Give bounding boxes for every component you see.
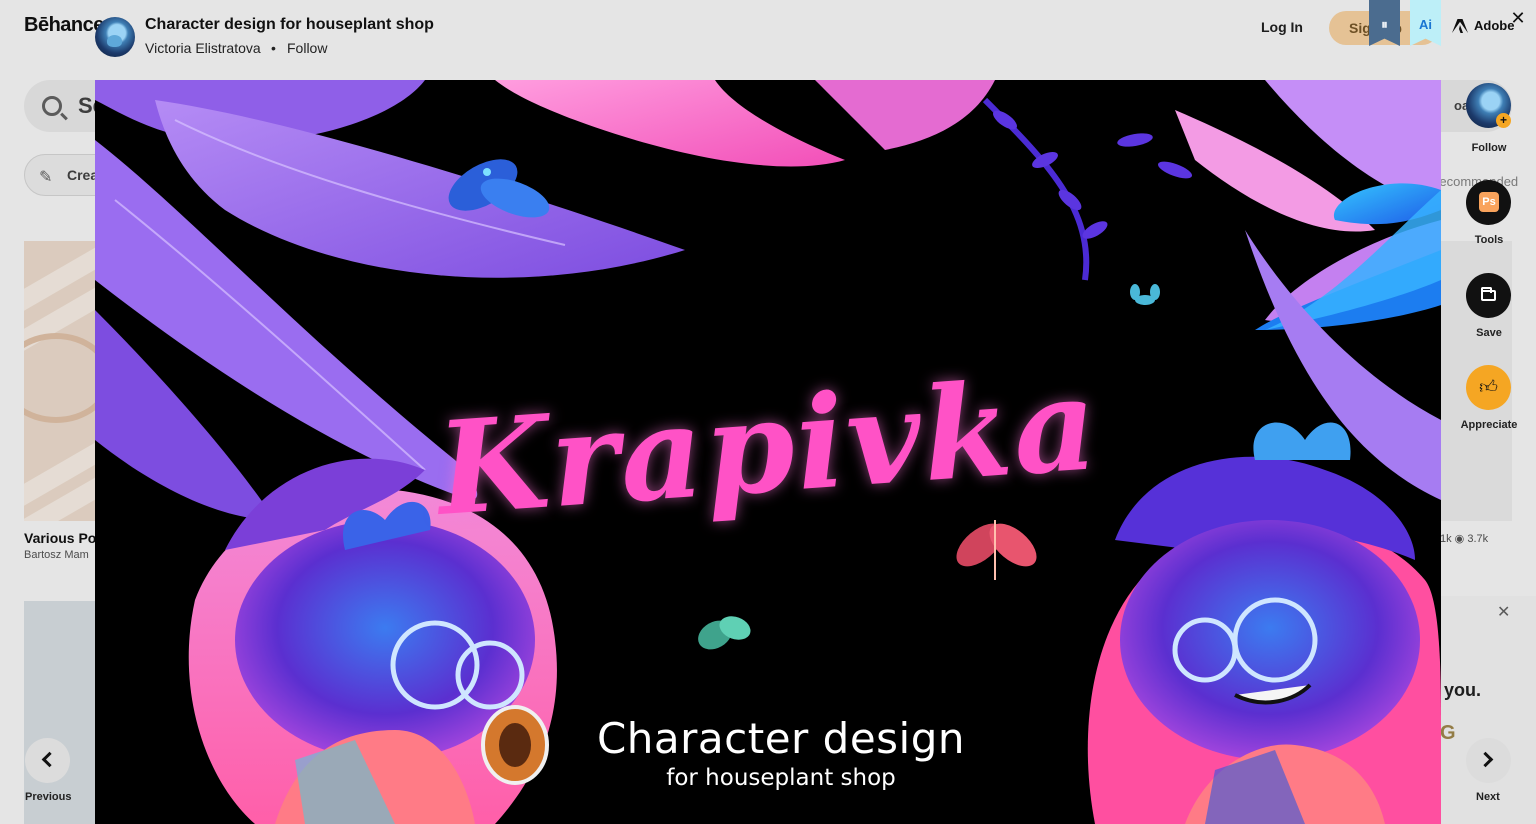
tools-rail-label: Tools xyxy=(1474,234,1504,246)
author-avatar[interactable] xyxy=(95,17,135,57)
save-rail-item[interactable]: Save xyxy=(1466,273,1511,339)
project-image: Krapivka Character design for houseplant… xyxy=(95,80,1441,824)
follow-link[interactable]: Follow xyxy=(287,40,327,56)
separator-dot: • xyxy=(271,40,276,56)
follow-avatar-button[interactable]: + xyxy=(1466,83,1511,128)
tools-button[interactable]: Ps xyxy=(1466,180,1511,225)
close-icon[interactable]: ✕ xyxy=(1508,8,1528,28)
author-name-link[interactable]: Victoria Elistratova xyxy=(145,40,261,56)
plus-icon: + xyxy=(1496,113,1511,128)
save-rail-label: Save xyxy=(1476,327,1502,339)
folder-icon xyxy=(1481,287,1496,301)
thumbs-up-icon: 👍︎ xyxy=(1479,377,1498,397)
chevron-right-icon xyxy=(1477,751,1494,768)
previous-button[interactable] xyxy=(25,738,70,783)
project-title: Character design for houseplant shop xyxy=(145,16,434,33)
image-caption-title: Character design xyxy=(596,714,966,763)
appreciate-button[interactable]: 👍︎ xyxy=(1466,365,1511,410)
follow-rail-item[interactable]: + Follow xyxy=(1466,83,1511,154)
image-caption-subtitle: for houseplant shop xyxy=(666,765,896,791)
save-button[interactable] xyxy=(1466,273,1511,318)
chevron-left-icon xyxy=(41,751,58,768)
next-button[interactable] xyxy=(1466,738,1511,783)
photoshop-icon: Ps xyxy=(1479,192,1499,212)
follow-rail-label: Follow xyxy=(1471,142,1507,154)
appreciate-rail-label: Appreciate xyxy=(1460,419,1518,431)
appreciate-rail-item[interactable]: 👍︎ Appreciate xyxy=(1461,365,1517,431)
previous-label: Previous xyxy=(25,791,72,803)
tools-rail-item[interactable]: Ps Tools xyxy=(1466,180,1511,246)
next-label: Next xyxy=(1476,791,1500,803)
